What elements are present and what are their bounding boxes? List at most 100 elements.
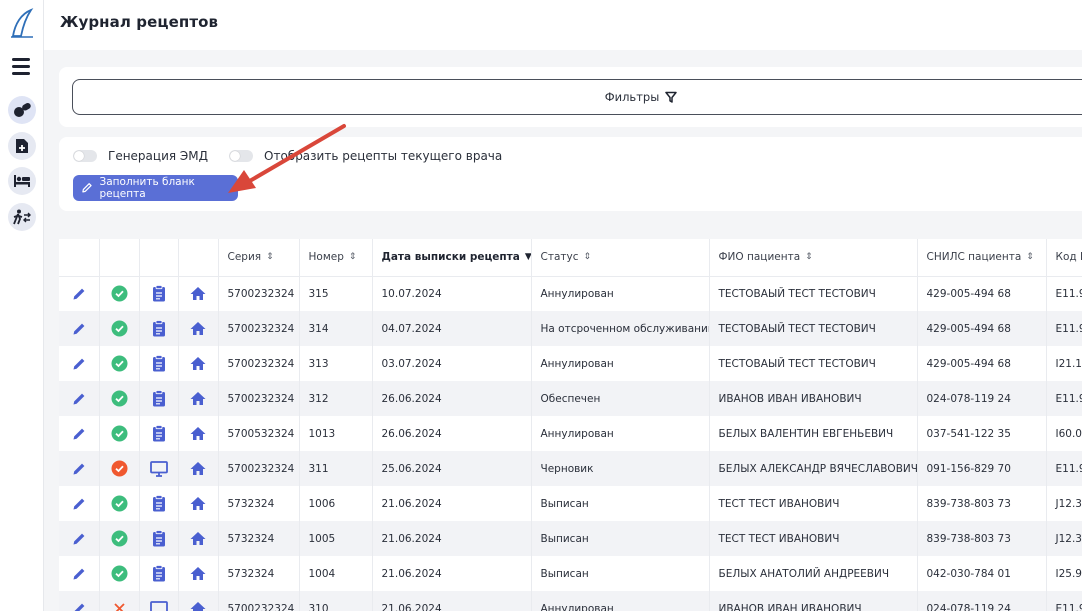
cell-status: Аннулирован [531, 346, 710, 381]
medical-document-icon[interactable] [8, 132, 36, 160]
cell-number: 310 [299, 591, 373, 611]
cell-patient: ТЕСТОВАЫЙ ТЕСТ ТЕСТОВИЧ [709, 311, 918, 346]
home-icon[interactable] [188, 459, 208, 479]
app-logo[interactable] [9, 8, 35, 40]
status-ok-icon[interactable] [109, 389, 129, 409]
cell-status: Выписан [531, 521, 710, 556]
cell-snils: 839-738-803 73 [917, 521, 1047, 556]
cell-snils: 429-005-494 68 [917, 311, 1047, 346]
home-icon[interactable] [188, 354, 208, 374]
cancel-icon[interactable] [109, 599, 129, 611]
clipboard-icon[interactable] [149, 284, 169, 304]
cell-status: На отсроченном обслуживании [531, 311, 710, 346]
edit-icon[interactable] [69, 354, 89, 374]
home-icon[interactable] [188, 389, 208, 409]
current-doctor-toggle[interactable] [229, 150, 254, 162]
edit-icon[interactable] [69, 459, 89, 479]
home-icon[interactable] [188, 599, 208, 611]
document-cell [139, 311, 179, 346]
cell-series: 5700232324 [218, 451, 300, 486]
prescriptions-table: Серия⇕ Номер⇕ Дата выписки рецепта▼ Стат… [59, 239, 1082, 611]
edit-icon[interactable] [69, 564, 89, 584]
current-doctor-label: Отобразить рецепты текущего врача [264, 149, 503, 163]
column-header-code[interactable]: Код М [1046, 239, 1082, 277]
cell-status: Аннулирован [531, 591, 710, 611]
home-icon[interactable] [188, 494, 208, 514]
status-ok-icon[interactable] [109, 529, 129, 549]
status-ok-icon[interactable] [109, 564, 129, 584]
table-row[interactable]: 5732324 1006 21.06.2024 Выписан ТЕСТ ТЕСТ ИВ… [59, 486, 1082, 521]
cell-date: 21.06.2024 [372, 521, 532, 556]
column-header-number[interactable]: Номер ⇕ [299, 239, 373, 277]
table-row[interactable]: 5700232324 310 21.06.2024 Аннулирован ИВАНОВ… [59, 591, 1082, 611]
toggle-row: Генерация ЭМД Отобразить рецепты текущег… [73, 149, 523, 163]
home-icon[interactable] [188, 284, 208, 304]
clipboard-icon[interactable] [149, 354, 169, 374]
column-header-series[interactable]: Серия ⇕ [218, 239, 300, 277]
status-ok-icon[interactable] [109, 319, 129, 339]
home-cell [178, 451, 219, 486]
prescriptions-table-container: Серия⇕ Номер⇕ Дата выписки рецепта▼ Стат… [59, 239, 1082, 611]
filters-button[interactable]: Фильтры [72, 79, 1082, 115]
status-ok-icon[interactable] [109, 354, 129, 374]
status-ok-icon[interactable] [109, 284, 129, 304]
menu-icon[interactable] [12, 58, 30, 75]
home-icon[interactable] [188, 564, 208, 584]
state-cell [99, 311, 140, 346]
home-icon[interactable] [188, 319, 208, 339]
state-cell [99, 346, 140, 381]
column-header-status[interactable]: Статус ⇕ [531, 239, 710, 277]
home-icon[interactable] [188, 424, 208, 444]
document-cell [139, 556, 179, 591]
column-header-date[interactable]: Дата выписки рецепта▼ [372, 239, 532, 277]
emd-generation-toggle[interactable] [73, 150, 97, 162]
table-row[interactable]: 5700232324 313 03.07.2024 Аннулирован ТЕСТОВ… [59, 346, 1082, 381]
status-ok-icon[interactable] [109, 424, 129, 444]
filter-panel: Фильтры [59, 67, 1082, 127]
status-ok-icon[interactable] [109, 494, 129, 514]
home-cell [178, 276, 219, 311]
cell-series: 5700232324 [218, 311, 300, 346]
table-row[interactable]: 5700232324 311 25.06.2024 Черновик БЕЛЫХ АЛЕ… [59, 451, 1082, 486]
clipboard-icon[interactable] [149, 564, 169, 584]
edit-icon[interactable] [69, 599, 89, 611]
edit-cell [59, 276, 100, 311]
clipboard-icon[interactable] [149, 529, 169, 549]
monitor-icon[interactable] [149, 599, 169, 611]
transfer-patient-icon[interactable] [8, 203, 36, 231]
cell-series: 5700532324 [218, 416, 300, 451]
cell-snils: 839-738-803 73 [917, 486, 1047, 521]
cell-patient: БЕЛЫХ АЛЕКСАНДР ВЯЧЕСЛАВОВИЧ [709, 451, 918, 486]
status-error-icon[interactable] [109, 459, 129, 479]
cell-series: 5700232324 [218, 276, 300, 311]
edit-icon[interactable] [69, 424, 89, 444]
clipboard-icon[interactable] [149, 494, 169, 514]
table-row[interactable]: 5700532324 1013 26.06.2024 Аннулирован БЕЛЫХ… [59, 416, 1082, 451]
table-row[interactable]: 5700232324 312 26.06.2024 Обеспечен ИВАНОВ И… [59, 381, 1082, 416]
clipboard-icon[interactable] [149, 389, 169, 409]
edit-icon[interactable] [69, 284, 89, 304]
clipboard-icon[interactable] [149, 319, 169, 339]
edit-icon[interactable] [69, 389, 89, 409]
fill-prescription-form-button[interactable]: Заполнить бланк рецепта [73, 175, 238, 201]
table-row[interactable]: 5700232324 315 10.07.2024 Аннулирован ТЕСТОВ… [59, 276, 1082, 311]
monitor-icon[interactable] [149, 459, 169, 479]
table-row[interactable]: 5700232324 314 04.07.2024 На отсроченном об… [59, 311, 1082, 346]
cell-code: I25.9 [1046, 556, 1082, 591]
cell-number: 315 [299, 276, 373, 311]
cell-patient: ТЕСТ ТЕСТ ИВАНОВИЧ [709, 521, 918, 556]
clipboard-icon[interactable] [149, 424, 169, 444]
bed-icon[interactable] [8, 167, 36, 195]
edit-icon[interactable] [69, 319, 89, 339]
cell-code: E11.9 [1046, 591, 1082, 611]
table-row[interactable]: 5732324 1004 21.06.2024 Выписан БЕЛЫХ АНАТОЛ… [59, 556, 1082, 591]
edit-icon[interactable] [69, 529, 89, 549]
table-row[interactable]: 5732324 1005 21.06.2024 Выписан ТЕСТ ТЕСТ ИВ… [59, 521, 1082, 556]
edit-icon[interactable] [69, 494, 89, 514]
home-icon[interactable] [188, 529, 208, 549]
pills-icon[interactable] [8, 96, 36, 124]
state-cell [99, 416, 140, 451]
cell-code: E11.9 [1046, 311, 1082, 346]
column-header-patient[interactable]: ФИО пациента ⇕ [709, 239, 918, 277]
column-header-snils[interactable]: СНИЛС пациента ⇕ [917, 239, 1047, 277]
